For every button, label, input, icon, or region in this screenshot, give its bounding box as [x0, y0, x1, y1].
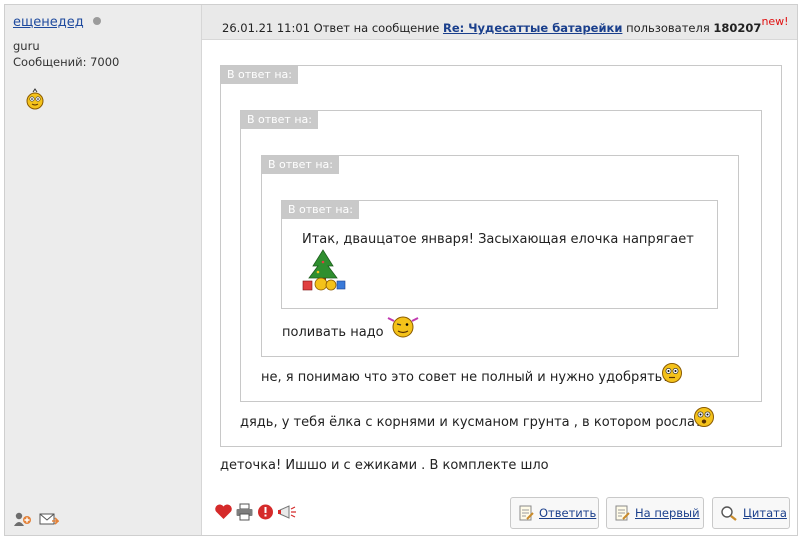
user-info-panel: ещенедед guru Сообщений: 7000: [5, 5, 202, 535]
post-action-icons: [214, 503, 299, 521]
by-user-text: пользователя: [626, 21, 710, 35]
print-icon[interactable]: [235, 503, 254, 521]
quote-label: В ответ на:: [282, 201, 359, 219]
username-row: ещенедед: [13, 15, 101, 30]
quote-button[interactable]: Цитата: [712, 497, 790, 529]
reply-page-icon: [519, 505, 534, 521]
avatar-smiley-icon: [26, 88, 44, 110]
reply-button[interactable]: Ответить: [510, 497, 599, 529]
quote-label: В ответ на:: [241, 111, 318, 129]
quote-level-2-text: не, я понимаю что это совет не полный и …: [261, 370, 670, 385]
like-heart-icon[interactable]: [214, 503, 233, 521]
quote-label: В ответ на:: [221, 66, 298, 84]
to-first-page-icon: [615, 505, 630, 521]
author-id: 180207: [713, 21, 762, 35]
quote-label: В ответ на:: [262, 156, 339, 174]
thinking-smiley-icon: [662, 363, 682, 383]
to-first-button-label: На первый: [635, 506, 700, 520]
user-actions: [13, 511, 59, 527]
wink-smiley-icon: [387, 316, 419, 338]
thread-link[interactable]: Re: Чудесаттые батарейки: [443, 21, 622, 35]
post-header: 26.01.21 11:01 Ответ на сообщение Re: Чу…: [202, 5, 797, 40]
quote-magnifier-icon: [721, 506, 737, 521]
user-message-count: Сообщений: 7000: [13, 55, 120, 69]
quote-level-1-text: дядь, у тебя ёлка с корнями и кусманом г…: [240, 415, 702, 430]
add-friend-icon[interactable]: [13, 511, 33, 527]
forum-post: ещенедед guru Сообщений: 7000 26.01.21 1…: [4, 4, 798, 536]
new-badge: new!: [761, 15, 789, 28]
quote-button-label: Цитата: [743, 506, 787, 520]
username-link[interactable]: ещенедед: [13, 15, 84, 30]
report-alert-icon[interactable]: [256, 503, 275, 521]
megaphone-icon[interactable]: [277, 503, 299, 521]
reply-button-label: Ответить: [539, 506, 597, 520]
quote-level-4-text: Итак, дваuцатое января! Засыхающая елочк…: [302, 232, 694, 247]
to-first-button[interactable]: На первый: [606, 497, 704, 529]
surprised-smiley-icon: [694, 407, 714, 427]
message-text: деточка! Ишшо и с ежиками . В комплекте …: [220, 458, 549, 473]
quote-level-3-text: поливать надо: [282, 325, 384, 340]
online-status-icon: [92, 17, 101, 25]
post-datetime: 26.01.21 11:01: [222, 21, 311, 35]
reply-to-text: Ответ на сообщение: [313, 21, 440, 35]
user-rank: guru: [13, 39, 40, 53]
send-private-message-icon[interactable]: [39, 511, 59, 527]
christmas-tree-smiley-icon: [302, 249, 346, 291]
